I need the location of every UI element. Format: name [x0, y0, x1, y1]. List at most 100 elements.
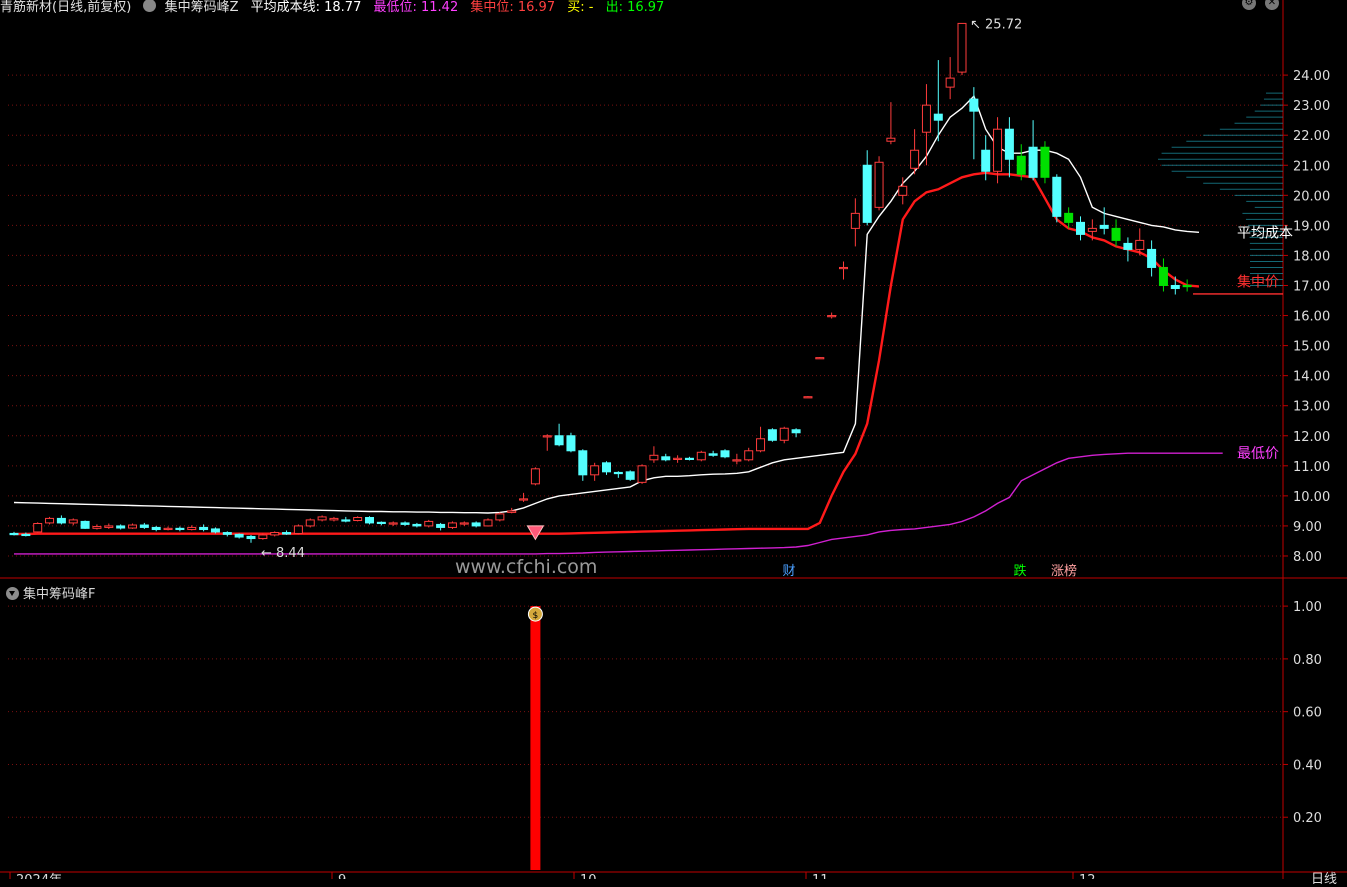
candle-body: [519, 498, 529, 501]
candle-body: [910, 149, 920, 169]
header-avg-cost: 平均成本线: 18.77: [250, 0, 362, 15]
signal-tick-label: 1.00: [1293, 600, 1322, 615]
candle-body: [1040, 146, 1050, 178]
candle-body: [116, 525, 126, 529]
price-tick-label: 13.00: [1293, 400, 1330, 415]
event-tag-2[interactable]: 跌: [1013, 563, 1026, 579]
candle-body: [767, 429, 777, 441]
candle-body: [803, 396, 813, 399]
price-tick-label: 17.00: [1293, 279, 1330, 294]
candle-body: [578, 450, 588, 476]
candle-body: [56, 517, 66, 524]
candle-body: [1076, 221, 1085, 235]
candle-body: [471, 522, 481, 527]
candle-body: [376, 521, 386, 525]
header-lowest: 最低位: 11.42: [373, 0, 459, 15]
candle-body: [305, 519, 315, 527]
candle-body: [945, 77, 955, 88]
candle-body: [957, 22, 967, 73]
watermark-text: www.cfchi.com: [455, 556, 598, 578]
candle-body: [234, 533, 244, 538]
candle-body: [1028, 146, 1038, 178]
price-tick-label: 20.00: [1293, 189, 1330, 204]
candle-body: [495, 513, 505, 521]
period-label[interactable]: 日线: [1311, 868, 1337, 887]
header-buy: 买: -: [567, 0, 594, 15]
time-label: 2024年: [16, 873, 62, 879]
candle-body: [187, 526, 197, 531]
candle-body: [258, 534, 268, 540]
price-tick-label: 14.00: [1293, 370, 1330, 385]
candle-body: [637, 465, 647, 483]
signal-tick-label: 0.60: [1293, 706, 1322, 721]
price-tick-label: 18.00: [1293, 249, 1330, 264]
price-tick-label: 8.00: [1293, 550, 1322, 565]
candle-body: [602, 462, 611, 473]
signal-tick-label: 0.40: [1293, 758, 1322, 773]
candle-body: [862, 164, 872, 223]
candle-body: [886, 137, 896, 142]
candle-body: [779, 427, 789, 441]
lowest-line-label: 最低价: [1237, 446, 1279, 462]
candle-body: [21, 533, 31, 537]
candle-body: [993, 128, 1003, 172]
min-price-label: ← 8.44: [261, 546, 305, 561]
candle-body: [151, 526, 161, 531]
chevron-down-icon[interactable]: [6, 587, 19, 600]
concentrated-price-line: [14, 171, 1200, 536]
candle-body: [1087, 227, 1097, 232]
candle-body: [9, 532, 19, 536]
price-tick-label: 16.00: [1293, 310, 1330, 325]
candle-body: [590, 465, 600, 476]
candle-body: [1099, 224, 1109, 229]
candle-body: [554, 435, 564, 446]
max-price-label: ↖ 25.72: [970, 17, 1022, 32]
candle-body: [1052, 176, 1062, 217]
candle-body: [222, 532, 232, 535]
candle-body: [210, 528, 220, 533]
candle-body: [1111, 227, 1121, 241]
time-label: 12: [1079, 873, 1096, 879]
candle-body: [1158, 266, 1168, 286]
header-main-indicator[interactable]: 青筋新材(日线,前复权): [0, 0, 131, 15]
header-concentrated: 集中位: 16.97: [470, 0, 556, 15]
event-tag-1[interactable]: 财: [782, 564, 795, 579]
candle-body: [744, 450, 754, 461]
header-sell: 出: 16.97: [605, 0, 665, 15]
candle-body: [483, 519, 493, 527]
price-tick-label: 9.00: [1293, 520, 1322, 535]
candle-body: [732, 459, 742, 462]
candle-body: [684, 457, 694, 461]
price-tick-label: 24.00: [1293, 69, 1330, 84]
chart-stage[interactable]: 24.00 23.00 22.00 21.00 20.00 19.00 18.00 17.00…: [0, 0, 1347, 887]
candle-body: [969, 98, 979, 112]
header-bar: 青筋新材(日线,前复权) 集中筹码峰Z 平均成本线: 18.77 最低位: 11…: [0, 0, 672, 15]
sub-indicator-name: 集中筹码峰F: [23, 587, 96, 602]
candlestick-chart[interactable]: 24.00 23.00 22.00 21.00 20.00 19.00 18.00 17.00…: [0, 0, 1347, 879]
time-label: 10: [580, 873, 597, 879]
candle-body: [839, 266, 848, 270]
candle-body: [720, 450, 730, 458]
candle-body: [981, 149, 991, 172]
price-tick-label: 22.00: [1293, 129, 1330, 144]
header-chip-indicator[interactable]: 集中筹码峰Z: [165, 0, 239, 15]
candle-body: [696, 451, 706, 461]
candle-body: [45, 517, 55, 524]
sub-indicator-title[interactable]: 集中筹码峰F: [6, 583, 95, 602]
candle-body: [850, 212, 860, 229]
candle-body: [175, 527, 185, 531]
candle-body: [388, 522, 398, 525]
concentrated-line-label: 集中价: [1237, 273, 1279, 290]
candle-body: [424, 520, 434, 527]
candle-body: [874, 161, 884, 208]
candle-body: [436, 523, 446, 528]
candle-body: [270, 532, 280, 536]
candle-body: [708, 453, 718, 456]
candle-body: [447, 522, 457, 528]
candle-body: [921, 104, 931, 133]
event-tag-3[interactable]: 涨榜: [1051, 563, 1077, 579]
signal-tick-label: 0.20: [1293, 811, 1322, 826]
candle-body: [661, 456, 671, 461]
candle-body: [566, 435, 576, 452]
price-tick-label: 21.00: [1293, 159, 1330, 174]
